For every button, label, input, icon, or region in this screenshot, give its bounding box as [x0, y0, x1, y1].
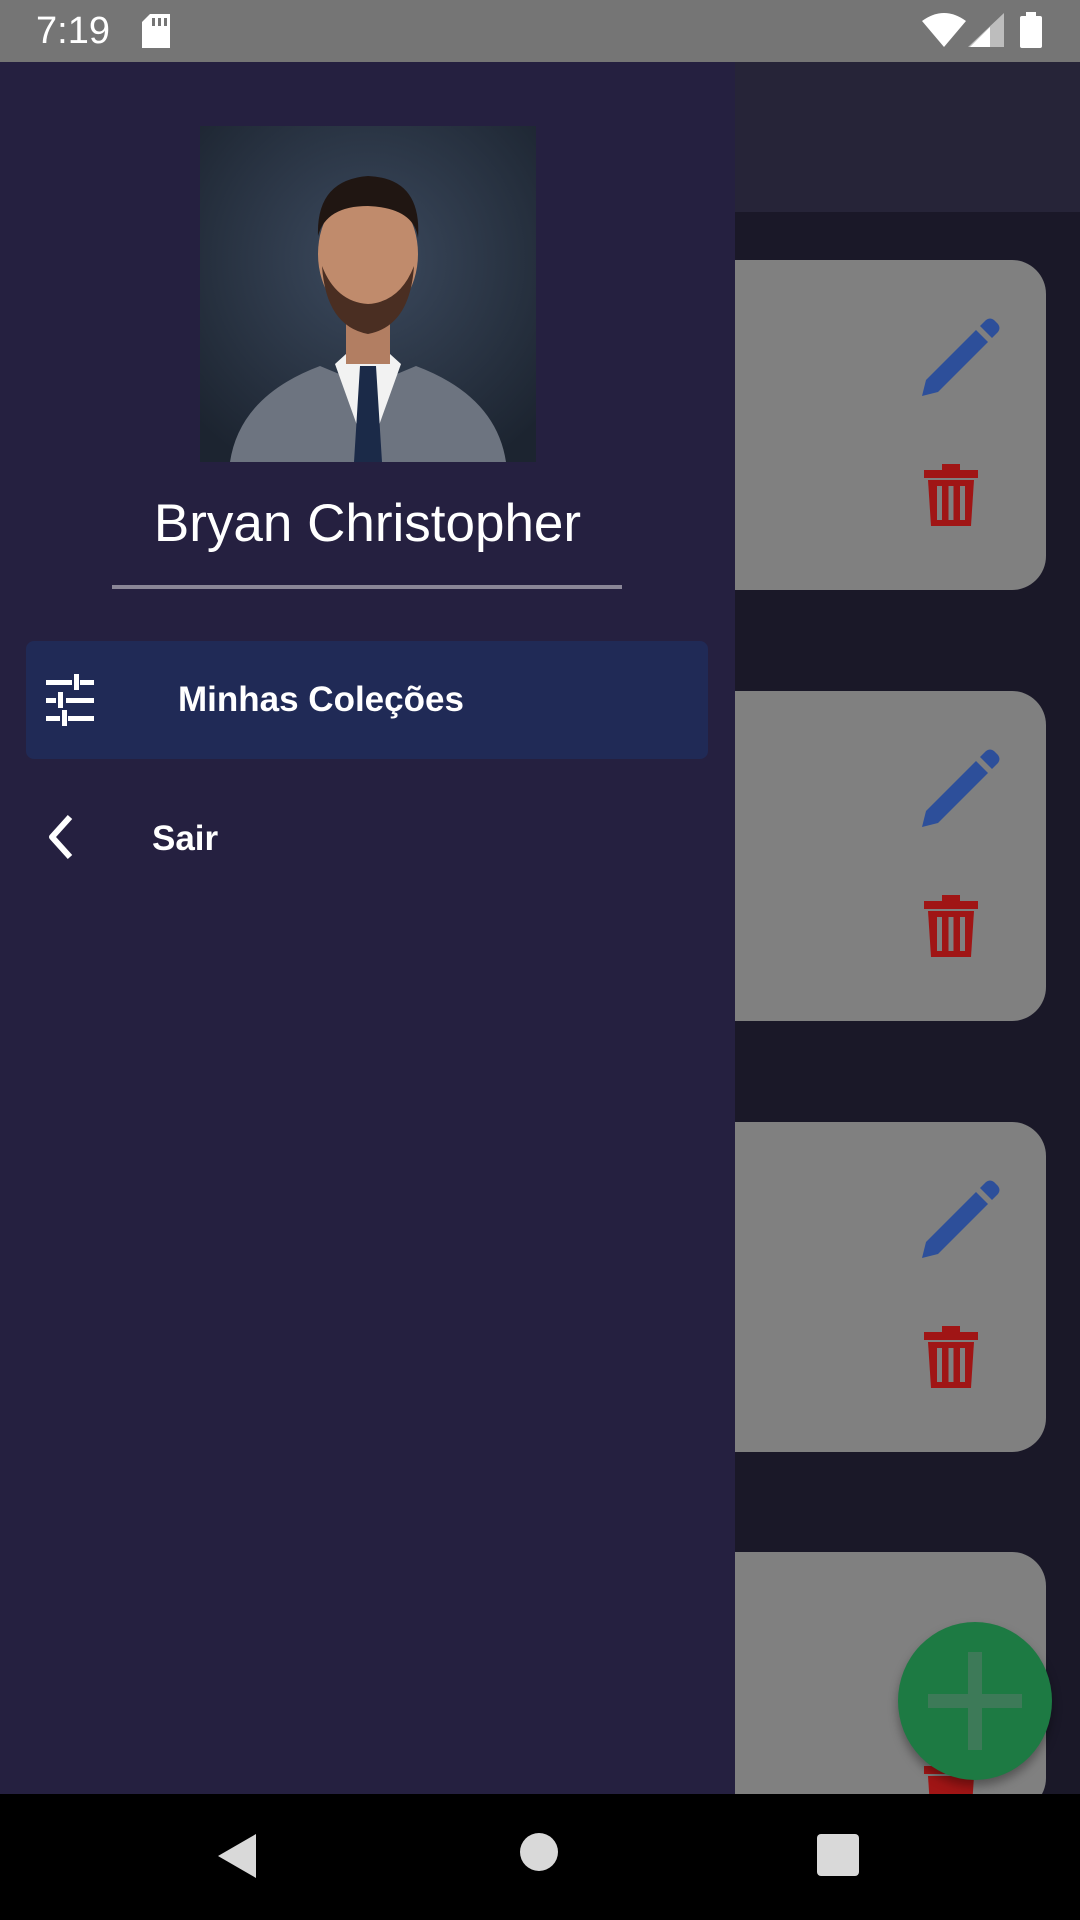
status-bar: 7:19 [0, 0, 1080, 62]
screen: 7:19 Bryan Christopher Minhas Coleções S… [0, 0, 1080, 1920]
status-time: 7:19 [36, 10, 110, 52]
recents-icon[interactable] [817, 1834, 859, 1876]
signal-icon [968, 13, 1004, 47]
divider [112, 585, 622, 589]
avatar [200, 126, 536, 462]
chevron-left-icon [49, 815, 73, 859]
back-icon[interactable] [216, 1832, 260, 1880]
battery-icon [1020, 12, 1042, 48]
user-name: Bryan Christopher [153, 494, 582, 553]
navigation-drawer: Bryan Christopher Minhas Coleções Sair [0, 62, 735, 1794]
tune-icon [46, 674, 94, 726]
add-icon [928, 1652, 1022, 1750]
menu-item-label: Minhas Coleções [178, 680, 464, 719]
delete-icon[interactable] [924, 464, 978, 526]
edit-icon[interactable] [918, 749, 1000, 831]
edit-icon[interactable] [918, 1180, 1000, 1262]
add-collection-button[interactable] [898, 1622, 1052, 1780]
menu-item-sair[interactable]: Sair [26, 789, 708, 889]
delete-icon[interactable] [924, 1326, 978, 1388]
menu-item-label: Sair [152, 819, 219, 858]
sd-card-icon [142, 14, 170, 48]
home-icon[interactable] [519, 1832, 559, 1872]
menu-item-minhas-colecoes[interactable]: Minhas Coleções [26, 641, 708, 759]
delete-icon[interactable] [924, 895, 978, 957]
system-navigation-bar [0, 1794, 1080, 1920]
wifi-icon [922, 13, 966, 47]
edit-icon[interactable] [918, 318, 1000, 400]
